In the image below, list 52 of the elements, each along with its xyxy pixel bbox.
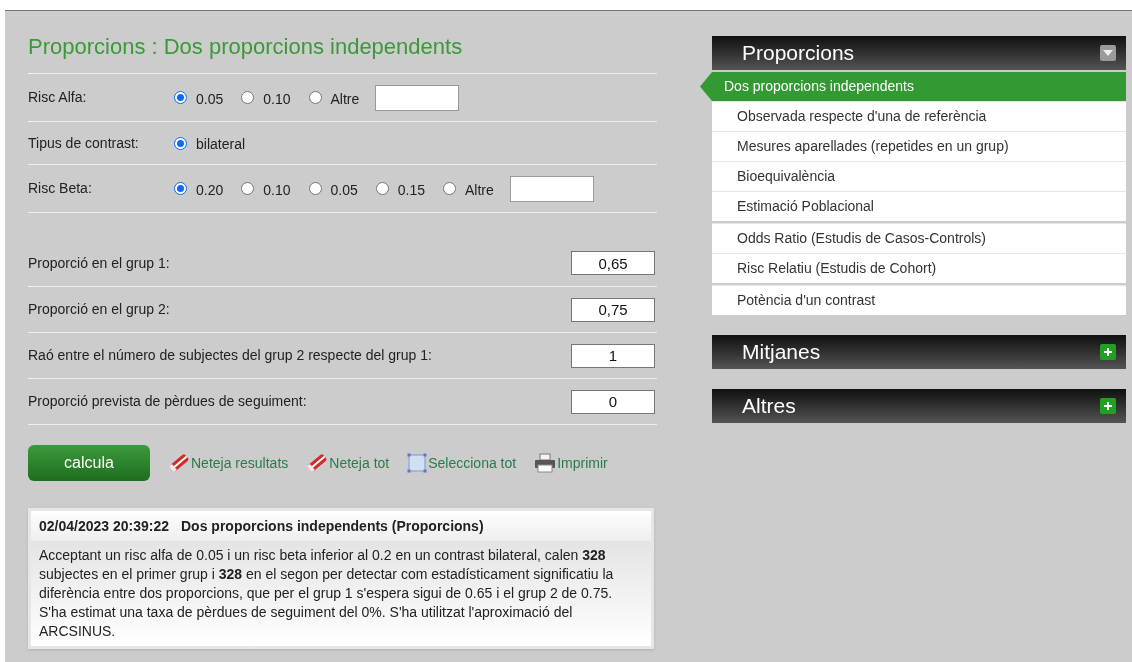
radio-button[interactable] (174, 91, 187, 104)
option-label: Tipus de contrast: (28, 133, 140, 153)
section-header[interactable]: Mitjanes (712, 335, 1126, 369)
radio-label: 0.05 (196, 89, 224, 109)
calculate-button[interactable]: calcula (28, 445, 150, 481)
radio-button[interactable] (174, 182, 187, 195)
radio-button[interactable] (241, 91, 255, 104)
radio-button[interactable] (308, 91, 322, 104)
menu-item[interactable]: Estimació Poblacional (712, 191, 1126, 221)
field-label: Proporció prevista de pèrdues de seguiment: (28, 392, 307, 411)
radio-button[interactable] (443, 182, 456, 195)
expand-icon (1100, 398, 1116, 414)
option-label: Risc Alfa: (28, 88, 88, 107)
radio-label: Altre (465, 180, 494, 200)
radio-label: bilateral (196, 135, 246, 154)
menu-item[interactable]: Dos proporcions independents (700, 72, 1126, 101)
collapse-icon (1100, 45, 1116, 61)
input-field[interactable]: 1 (571, 343, 655, 368)
menu-item[interactable]: Risc Relatiu (Estudis de Cohort) (712, 253, 1126, 283)
field-label: Proporció en el grup 1: (28, 253, 170, 273)
menu-item[interactable]: Odds Ratio (Estudis de Casos-Controls) (712, 223, 1126, 253)
option-label: Risc Beta: (28, 179, 93, 198)
input-field[interactable]: 0,65 (571, 251, 655, 275)
radio-label: 0.10 (263, 89, 291, 109)
radio-label: 0.10 (263, 180, 291, 200)
expand-icon (1100, 344, 1116, 360)
menu-item[interactable]: Bioequivalència (712, 161, 1126, 191)
radio-button[interactable] (375, 182, 389, 195)
printer-icon (534, 453, 557, 473)
radio-button[interactable] (308, 182, 322, 195)
field-label: Raó entre el número de subjectes del grup 2 respecte del grup 1: (28, 346, 432, 365)
radio-label: 0.20 (196, 180, 224, 200)
section-header[interactable]: Altres (712, 389, 1126, 423)
radio-button[interactable] (241, 182, 255, 195)
menu-item[interactable]: Potència d'un contrast (712, 285, 1126, 315)
result-timestamp: 02/04/2023 20:39:22 (39, 516, 169, 536)
selection-icon (407, 453, 428, 473)
radio-label: 0.15 (397, 180, 425, 200)
menu-item[interactable]: Mesures aparellades (repetides en un grup) (712, 131, 1126, 161)
input-field[interactable] (375, 84, 460, 111)
input-field[interactable]: 0 (571, 389, 655, 414)
input-field[interactable]: 0,75 (571, 297, 655, 322)
page-title: Proporcions : Dos proporcions independents (28, 33, 464, 61)
radio-label: Altre (330, 89, 360, 109)
result-text: Acceptant un risc alfa de 0.05 i un risc beta inferior al 0.2 en un contrast bilateral, calen 328 subjectes en el primer grup i 328 en el segon per detectar com estadísticament significatiu la diferència entre dos proporcions, que per el grup 1 s'espera sigui de 0.65 i el grup 2 de 0.75. S'ha estimat una taxa de pèrdues de seguiment del 0%. S'ha utilitzat l'aproximació del ARCSINUS. (31, 541, 651, 646)
radio-button[interactable] (174, 136, 187, 150)
field-label: Proporció en el grup 2: (28, 300, 170, 319)
radio-label: 0.05 (330, 180, 358, 200)
section-header[interactable]: Proporcions (712, 36, 1126, 70)
menu-item[interactable]: Observada respecte d'una de referència (712, 101, 1126, 131)
result-title: Dos proporcions independents (Proporcions) (181, 516, 484, 536)
input-field[interactable] (509, 175, 594, 202)
